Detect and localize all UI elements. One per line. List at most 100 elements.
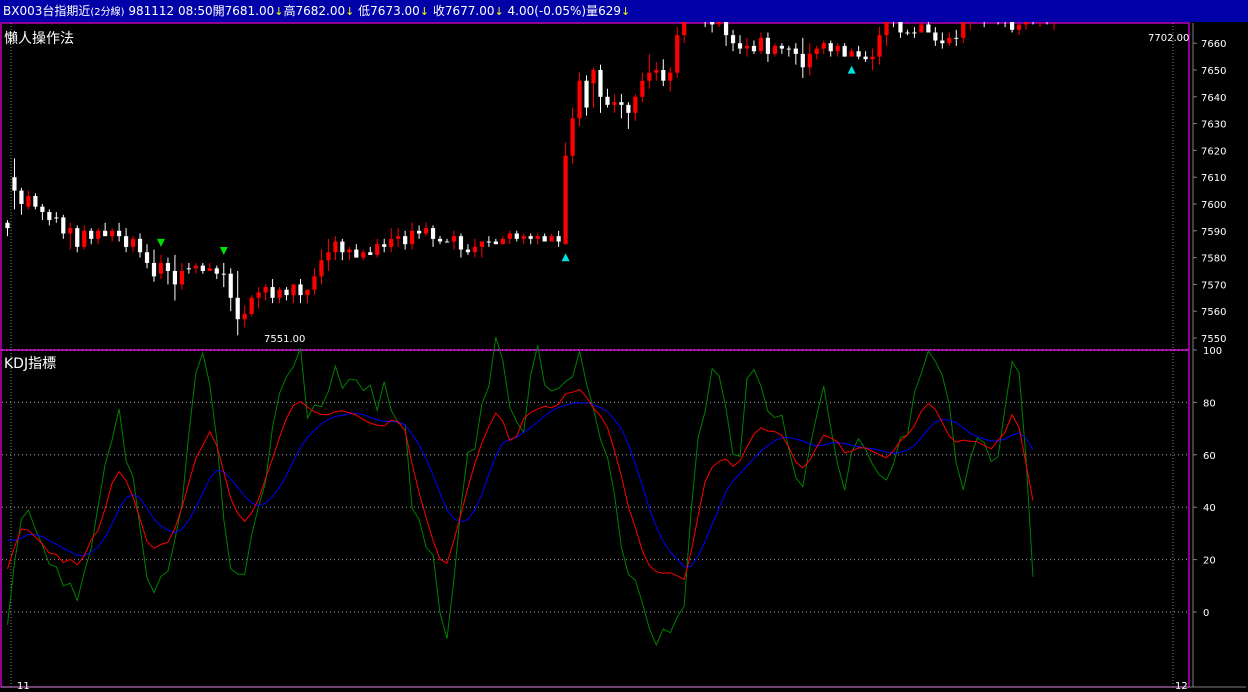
candle-body (668, 72, 673, 81)
candle-body (123, 236, 129, 247)
candle-body (423, 228, 429, 234)
candle-body (110, 230, 115, 237)
open-value: 7681.00 (224, 4, 275, 18)
low-value: 7673.00 (370, 4, 420, 18)
candle-body (103, 230, 108, 237)
down-arrow-icon: ↓ (345, 5, 355, 18)
candle-body (744, 45, 750, 49)
candle-body (675, 35, 680, 73)
candle-body (151, 262, 157, 277)
candle-body (814, 48, 819, 54)
candle-body (284, 289, 289, 296)
candle-body (221, 273, 226, 275)
candle-body (319, 260, 324, 277)
candle-body (563, 155, 568, 245)
candle-body (249, 297, 254, 314)
price-tick-label: 7670 (1201, 22, 1226, 23)
candle-body (549, 236, 554, 242)
candle-body (444, 241, 450, 243)
candle-body (33, 195, 38, 207)
kdj-tick-label: 0 (1203, 608, 1209, 619)
down-arrow-icon: ↓ (494, 5, 504, 18)
candle-body (772, 45, 777, 54)
candle-body (870, 56, 875, 60)
candle-body (326, 252, 331, 261)
candle-body (786, 48, 791, 50)
high-price-label: 7702.00 (1148, 33, 1189, 44)
candle-body (403, 236, 408, 245)
candle-body (26, 195, 31, 207)
candle-body (479, 241, 484, 247)
price-tick-label: 7610 (1201, 173, 1226, 184)
candle-body (54, 217, 59, 219)
candle-body (926, 24, 931, 33)
price-tick-label: 7570 (1201, 280, 1226, 291)
contract-name: 台指期近 (42, 4, 91, 18)
candle-body (933, 32, 938, 41)
candle-body (158, 262, 164, 274)
candle-body (361, 252, 366, 258)
candle-body (640, 80, 645, 97)
candle-body (396, 236, 401, 239)
candle-body (47, 212, 52, 221)
candle-body (779, 45, 784, 49)
candle-body (40, 206, 45, 213)
close-label: 收 (432, 4, 445, 18)
candle-body (1010, 22, 1015, 30)
candle-body (954, 37, 959, 39)
candle-body (382, 244, 387, 247)
close-value: 7677.00 (444, 4, 495, 18)
candle-body (410, 230, 415, 245)
candle-body (298, 284, 303, 296)
kdj-tick-label: 20 (1203, 556, 1216, 567)
kdj-tick-label: 40 (1203, 503, 1216, 514)
candle-body (340, 241, 345, 253)
price-panel-title: 懶人操作法 (4, 31, 74, 47)
candle-body (856, 51, 861, 57)
x-tick-label: 11 (17, 681, 30, 692)
candle-body (898, 22, 903, 33)
candle-body (863, 56, 868, 60)
candle-body (661, 70, 666, 81)
candle-body (919, 24, 924, 33)
candle-body (723, 22, 729, 36)
candle-body (598, 70, 603, 97)
kdj-tick-label: 80 (1203, 398, 1216, 409)
candle-body (417, 230, 422, 234)
candle-body (947, 37, 952, 44)
candle-body (228, 273, 233, 298)
candle-body (905, 32, 910, 34)
price-tick-label: 7650 (1201, 66, 1226, 77)
x-tick-label: 12 (1175, 681, 1188, 692)
price-tick-label: 7590 (1201, 227, 1226, 238)
candle-body (82, 230, 87, 247)
candle-body (633, 96, 638, 113)
candle-body (716, 22, 722, 25)
candle-body (89, 230, 94, 239)
candle-body (270, 287, 275, 298)
candle-body (793, 48, 798, 54)
candle-body (117, 230, 122, 237)
candle-body (835, 45, 840, 52)
candle-body (312, 276, 317, 290)
candle-body (277, 289, 282, 298)
candle-body (354, 249, 359, 258)
candle-body (179, 271, 184, 285)
candle-body (172, 271, 178, 285)
change-percent: (-0.05%) (534, 4, 587, 18)
candle-body (493, 241, 498, 245)
candle-body (1023, 22, 1029, 25)
candle-body (535, 236, 540, 239)
candle-body (800, 53, 805, 68)
candle-body (130, 238, 136, 247)
candle-body (368, 252, 373, 255)
candle-body (710, 22, 715, 25)
candle-body (144, 252, 150, 263)
candle-body (591, 70, 596, 84)
candle-body (556, 236, 561, 242)
candle-body (96, 230, 101, 239)
candle-body (242, 313, 247, 320)
price-tick-label: 7640 (1201, 93, 1226, 104)
candle-body (5, 222, 10, 229)
volume-label: 量 (586, 4, 599, 18)
